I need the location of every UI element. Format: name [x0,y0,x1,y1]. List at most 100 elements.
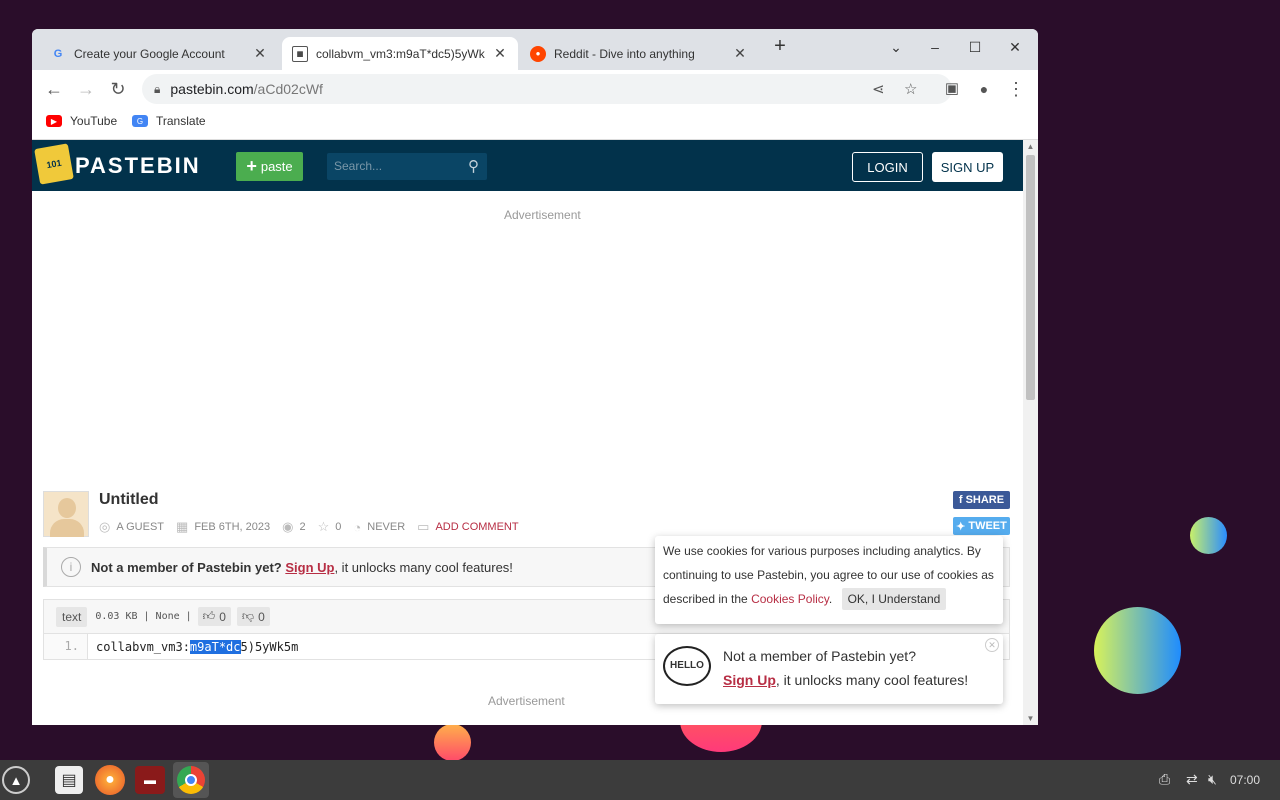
hello-signup-link[interactable]: Sign Up [723,672,776,688]
profile-icon[interactable]: ● [972,78,996,100]
reload-icon[interactable]: ↻ [106,78,130,100]
tab-title: Reddit - Dive into anything [554,46,695,61]
close-icon[interactable]: ✕ [732,45,748,62]
printer-icon[interactable]: ⎙ [1159,771,1170,788]
minimize-icon[interactable]: – [924,39,946,55]
youtube-icon: ▶ [46,115,62,127]
start-menu-icon[interactable]: ▲ [2,766,30,794]
bookmark-label: YouTube [70,114,118,128]
menu-icon[interactable]: ⋮ [1004,78,1028,100]
share-button[interactable]: f SHARE [953,491,1010,509]
tab-pastebin[interactable]: ▦ collabvm_vm3:m9aT*dc5)5yWk ✕ [282,37,518,70]
comment-icon: ▭ [417,519,430,534]
paste-author[interactable]: A GUEST [116,521,164,533]
tab-reddit[interactable]: ● Reddit - Dive into anything ✕ [520,37,758,70]
advertisement-label: Advertisement [488,694,565,708]
bookmark-youtube[interactable]: ▶ YouTube [46,114,117,128]
clock[interactable]: 07:00 [1230,773,1260,787]
terminal-icon[interactable]: ▬ [135,766,165,794]
url-path: /aCd02cWf [253,81,323,97]
page-scrollbar[interactable]: ▲ ▼ [1023,140,1038,725]
notice-signup-link[interactable]: Sign Up [285,560,334,575]
desktop-bubble [434,724,471,761]
tweet-label: TWEET [968,520,1007,532]
thumbs-up-icon: 👍︎ [202,609,216,623]
file-manager-icon[interactable]: ▤ [55,766,83,794]
bookmarks-bar: ▶ YouTube G Translate [32,108,1038,140]
cookies-policy-link[interactable]: Cookies Policy [751,592,829,606]
maximize-icon[interactable]: ☐ [964,39,986,56]
close-icon[interactable]: ✕ [985,638,999,652]
twitter-icon: ✦ [956,520,966,533]
format-badge[interactable]: text [56,606,88,627]
browser-toolbar: ← → ↻ 🔒︎ pastebin.com/aCd02cWf ⋖ ☆ ▣ ● ⋮ [32,70,1038,108]
eye-icon: ◉ [282,519,294,534]
cookie-period: . [828,592,833,606]
google-icon: G [53,47,63,60]
close-icon[interactable]: ✕ [252,45,268,62]
tab-bar: G Create your Google Account ✕ ▦ collabv… [32,29,1038,70]
scroll-thumb[interactable] [1026,155,1035,400]
close-window-icon[interactable]: ✕ [1004,39,1026,56]
like-button[interactable]: 👍︎ 0 [197,607,231,626]
hello-popup: HELLO Not a member of Pastebin yet? Sign… [655,634,1003,704]
bookmark-translate[interactable]: G Translate [132,114,206,128]
notice-suffix: , it unlocks many cool features! [334,559,513,575]
tab-google-account[interactable]: G Create your Google Account ✕ [40,37,278,70]
plus-icon: + [246,156,257,176]
url-host: pastebin.com [170,81,254,97]
reddit-icon: ● [530,45,546,62]
signup-button[interactable]: SIGN UP [932,152,1003,182]
notice-prefix: Not a member of Pastebin yet? [91,559,282,575]
login-button[interactable]: LOGIN [852,152,923,182]
volume-muted-icon[interactable]: 🔇︎ [1208,771,1217,788]
browser-window: G Create your Google Account ✕ ▦ collabv… [32,29,1038,725]
forward-icon[interactable]: → [74,78,98,100]
search-icon[interactable]: ⚲ [468,153,479,180]
new-tab-icon[interactable]: + [769,35,791,58]
web-page: 101 PASTEBIN + paste Search... ⚲ LOGIN SIG… [32,140,1038,725]
tab-search-icon[interactable]: ⌄ [885,39,907,56]
facebook-icon: f [958,494,963,506]
chrome-icon[interactable] [173,762,209,798]
dislike-button[interactable]: 👎︎ 0 [236,607,270,626]
cookie-ok-button[interactable]: OK, I Understand [841,588,947,610]
hello-icon: HELLO [663,646,711,686]
avatar [43,491,89,537]
pastebin-logo-icon[interactable]: 101 [34,143,74,185]
code-text[interactable]: collabvm_vm3:m9aT*dc5)5yWk5m [88,639,299,654]
timer-icon: ◔ [353,519,362,535]
paste-date: FEB 6TH, 2023 [194,521,271,533]
info-icon: i [61,557,81,577]
paste-stars: 0 [335,521,342,533]
star-icon[interactable]: ☆ [904,80,917,98]
scroll-down-icon[interactable]: ▼ [1023,714,1038,723]
close-icon[interactable]: ✕ [492,45,508,62]
firefox-icon[interactable]: ● [95,765,125,795]
bookmark-label: Translate [156,114,206,128]
share-label: SHARE [965,494,1005,506]
network-icon[interactable]: ⇄ [1186,771,1198,788]
desktop-bubble [1094,607,1181,694]
tab-title: collabvm_vm3:m9aT*dc5)5yWk [316,46,485,61]
search-input[interactable]: Search... ⚲ [327,153,487,180]
new-paste-button[interactable]: + paste [236,152,303,181]
scroll-up-icon[interactable]: ▲ [1023,142,1038,151]
tweet-button[interactable]: ✦ TWEET [953,517,1010,535]
back-icon[interactable]: ← [42,78,66,100]
thumbs-down-icon: 👎︎ [241,609,255,623]
code-after: 5)5yWk5m [240,639,299,654]
side-panel-icon[interactable]: ▣ [940,78,964,100]
code-before: collabvm_vm3: [96,639,190,654]
lock-icon: 🔒︎ [154,81,161,96]
pastebin-logo-text[interactable]: PASTEBIN [75,153,201,179]
address-bar[interactable]: 🔒︎ pastebin.com/aCd02cWf ⋖ ☆ [142,74,952,104]
dislike-count: 0 [258,609,265,624]
tab-title: Create your Google Account [74,46,225,61]
share-icon[interactable]: ⋖ [872,80,885,98]
pastebin-header: 101 PASTEBIN + paste Search... ⚲ LOGIN SIG… [32,140,1023,191]
add-comment-link[interactable]: ADD COMMENT [435,521,518,533]
paste-title: Untitled [99,491,159,508]
desktop-bubble [1190,517,1227,554]
like-count: 0 [219,609,226,624]
